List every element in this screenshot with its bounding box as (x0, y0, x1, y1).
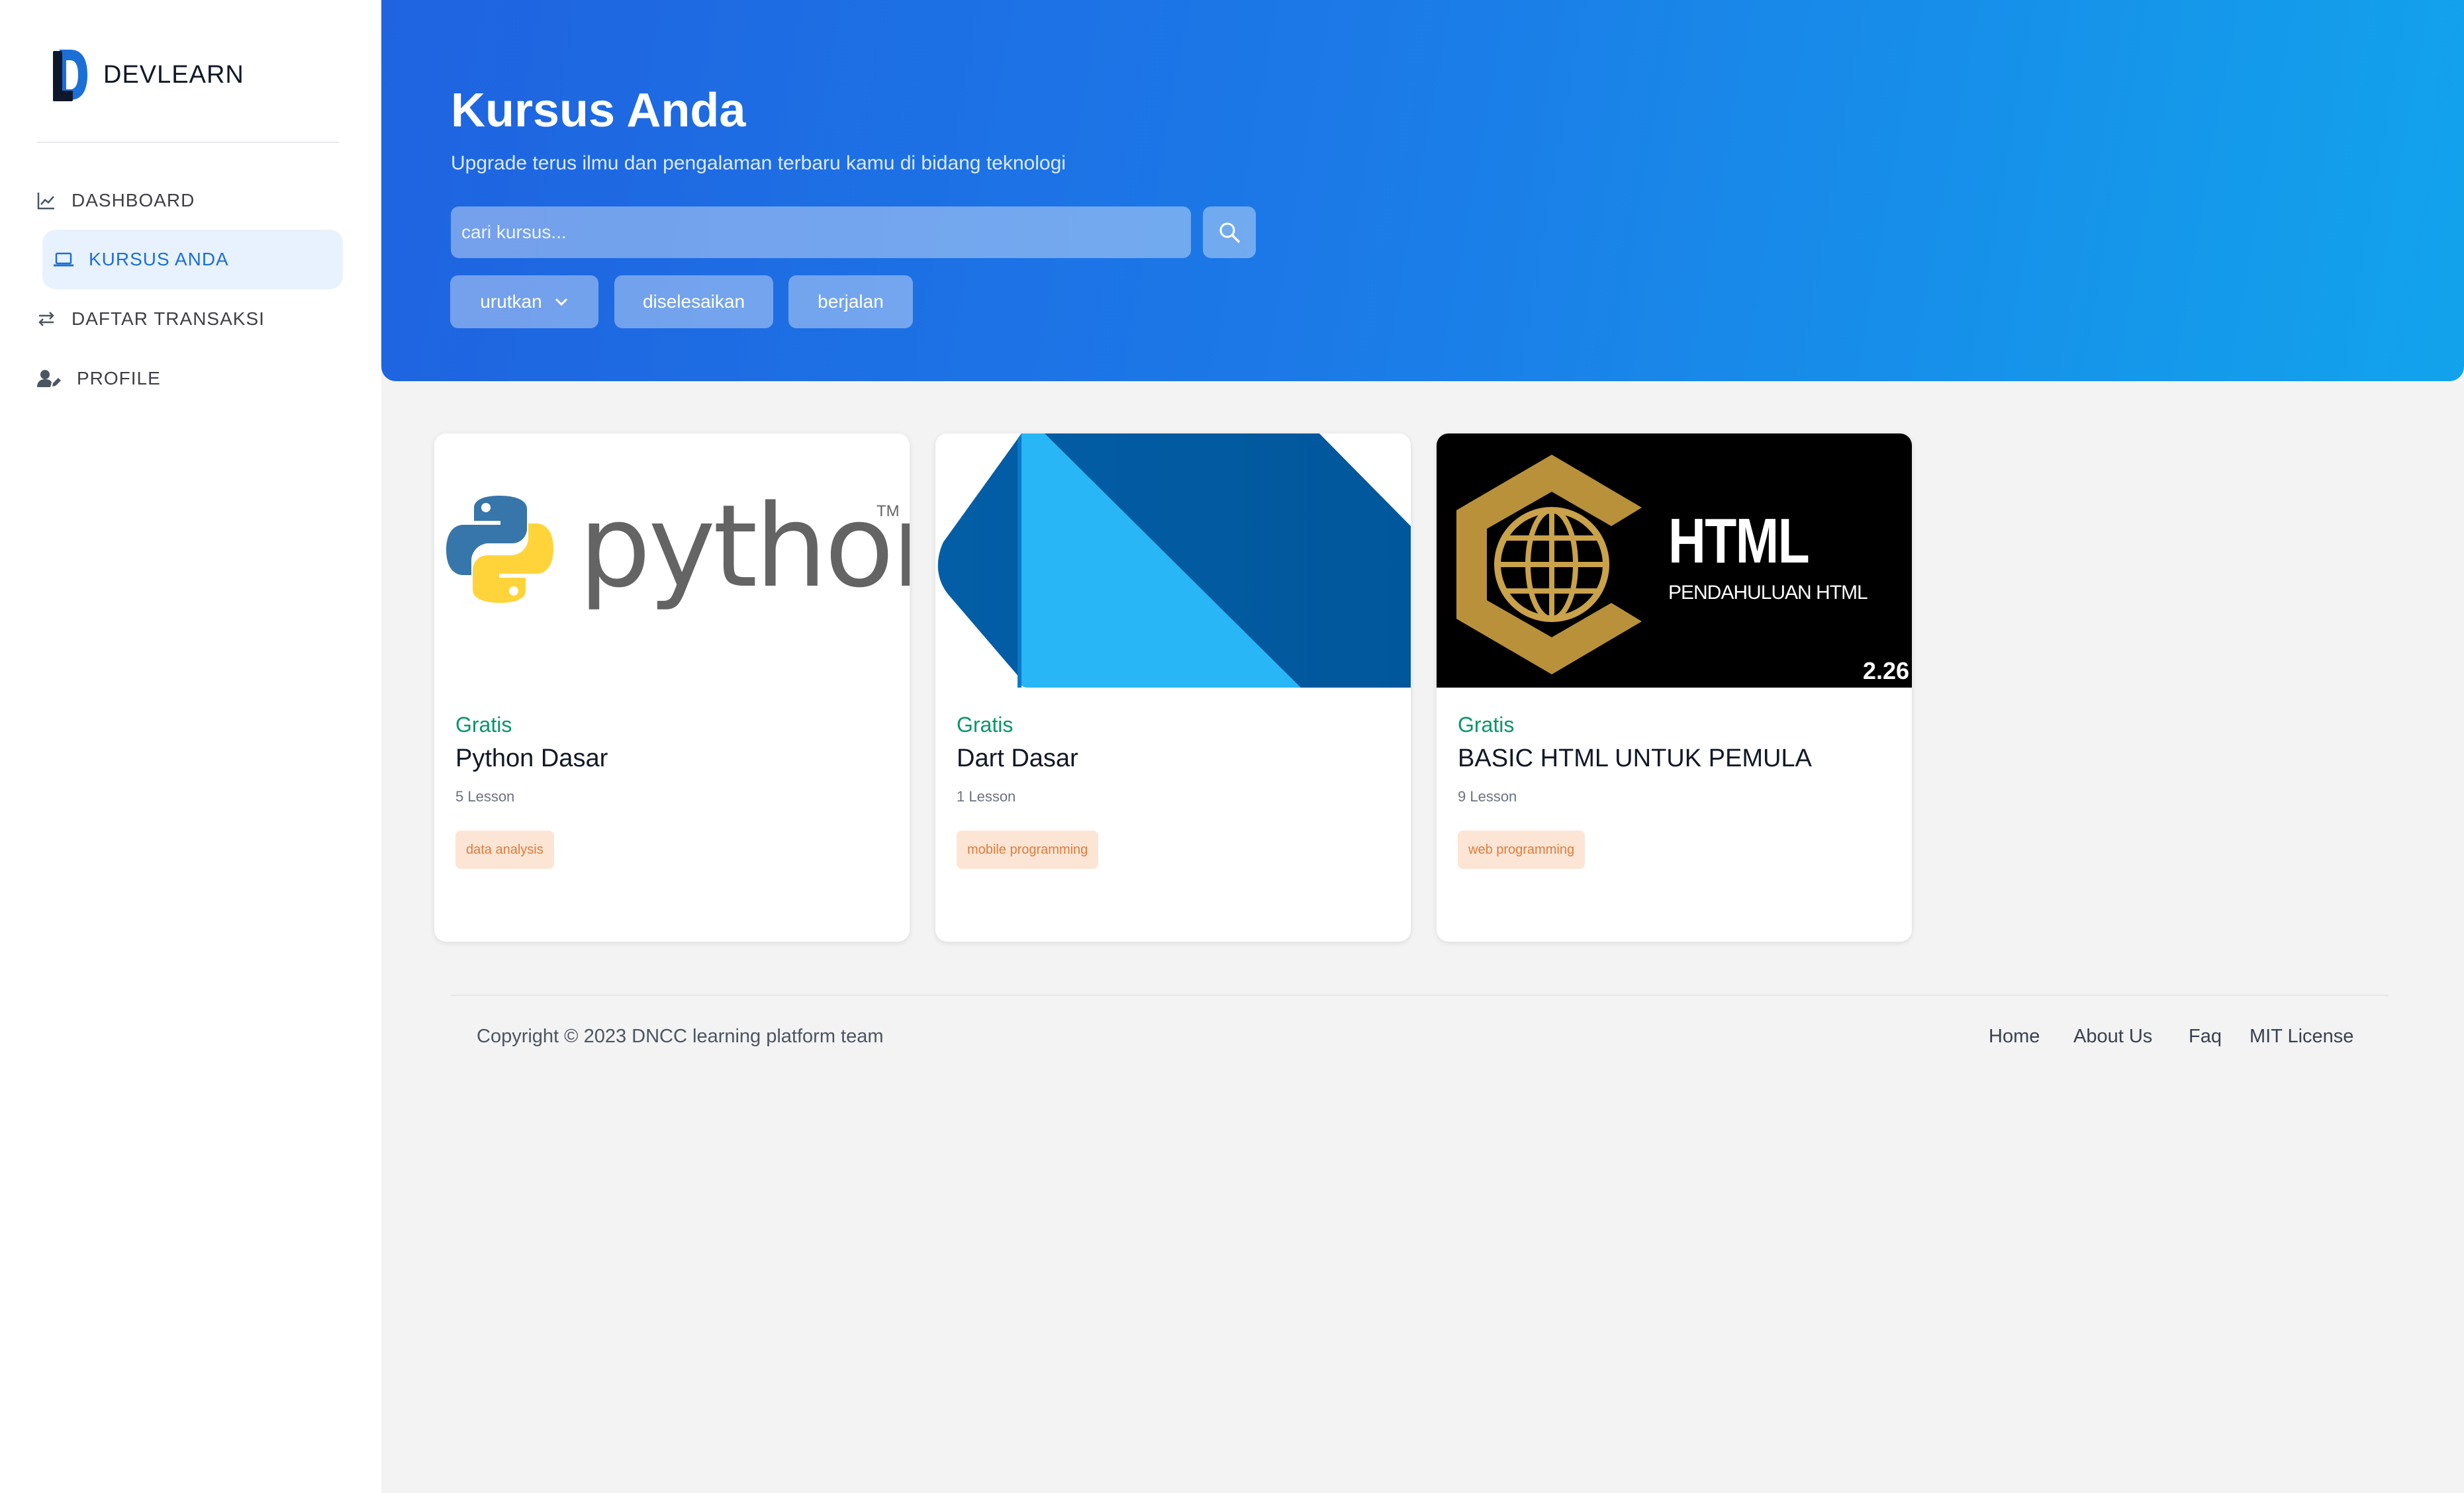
sort-label: urutkan (480, 291, 542, 312)
sidebar-item-daftar-transaksi[interactable]: DAFTAR TRANSAKSI (36, 289, 340, 349)
dart-logo-icon (937, 433, 1411, 688)
course-title[interactable]: BASIC HTML UNTUK PEMULA (1458, 745, 1812, 773)
arrows-exchange-icon (36, 308, 57, 330)
search-input[interactable] (451, 206, 1191, 258)
course-thumbnail: HTML PENDAHULUAN HTML 2.26 (1437, 433, 1912, 688)
filter-ongoing-label: berjalan (818, 291, 884, 312)
sidebar-item-kursus-anda[interactable]: KURSUS ANDA (42, 230, 343, 289)
brand-name: DEVLEARN (103, 60, 244, 89)
course-category-tag: data analysis (455, 831, 554, 869)
video-duration-badge: 2.26 (1862, 657, 1909, 684)
html-thumbnail-subtitle: PENDAHULUAN HTML (1668, 582, 1868, 604)
search-button[interactable] (1203, 206, 1256, 258)
page-title: Kursus Anda (451, 84, 746, 137)
hero-banner: Kursus Anda Upgrade terus ilmu dan penga… (381, 0, 2464, 381)
sidebar-item-profile[interactable]: PROFILE (36, 349, 340, 408)
filter-completed-label: diselesaikan (642, 291, 745, 312)
sidebar-item-dashboard[interactable]: DASHBOARD (36, 171, 340, 230)
course-price: Gratis (957, 713, 1014, 737)
sidebar-item-label: DASHBOARD (71, 190, 195, 210)
line-chart-icon (36, 190, 57, 211)
course-thumbnail (935, 433, 1411, 688)
course-price: Gratis (1458, 713, 1515, 737)
devlearn-logo-icon (53, 50, 87, 101)
course-title[interactable]: Python Dasar (455, 745, 608, 773)
sidebar-item-label: DAFTAR TRANSAKSI (71, 308, 265, 329)
sidebar-item-label: PROFILE (77, 368, 161, 388)
search-icon (1219, 222, 1240, 243)
course-lesson-count: 9 Lesson (1458, 788, 1517, 805)
page-subtitle: Upgrade terus ilmu dan pengalaman terbar… (451, 152, 1066, 174)
sort-dropdown-button[interactable]: urutkan (450, 275, 598, 328)
course-thumbnail: python TM (434, 433, 910, 688)
filter-completed-button[interactable]: diselesaikan (614, 275, 773, 328)
user-edit-icon (36, 368, 62, 389)
chevron-down-icon (555, 298, 567, 306)
sidebar-divider (37, 142, 339, 143)
copyright-text: Copyright © 2023 DNCC learning platform … (477, 1026, 884, 1047)
laptop-icon (53, 249, 74, 270)
python-logo-icon (446, 496, 553, 603)
trademark-mark: TM (877, 502, 900, 520)
python-wordmark: python (579, 480, 910, 613)
course-category-tag: mobile programming (957, 831, 1099, 869)
filter-ongoing-button[interactable]: berjalan (788, 275, 913, 328)
course-lesson-count: 1 Lesson (957, 788, 1016, 805)
footer-link-mit-license[interactable]: MIT License (2250, 1026, 2353, 1048)
footer-link-faq[interactable]: Faq (2189, 1026, 2222, 1048)
course-price: Gratis (455, 713, 512, 737)
course-card-python-dasar[interactable]: python TM Gratis Python Dasar 5 Lesson d… (434, 433, 910, 942)
html-thumbnail-title: HTML (1668, 506, 1810, 576)
globe-emblem-icon (1456, 455, 1642, 674)
course-card-basic-html[interactable]: HTML PENDAHULUAN HTML 2.26 Gratis BASIC … (1437, 433, 1912, 942)
footer-divider (450, 995, 2389, 996)
course-lesson-count: 5 Lesson (455, 788, 515, 805)
course-card-dart-dasar[interactable]: Gratis Dart Dasar 1 Lesson mobile progra… (935, 433, 1411, 942)
footer-link-about-us[interactable]: About Us (2073, 1026, 2152, 1048)
footer-link-home[interactable]: Home (1989, 1026, 2040, 1048)
sidebar: DEVLEARN DASHBOARD KURSUS ANDA DAFTAR TR… (0, 0, 381, 1493)
sidebar-item-label: KURSUS ANDA (89, 249, 229, 269)
course-category-tag: web programming (1458, 831, 1586, 869)
course-title[interactable]: Dart Dasar (957, 745, 1078, 773)
brand[interactable]: DEVLEARN (50, 45, 244, 105)
